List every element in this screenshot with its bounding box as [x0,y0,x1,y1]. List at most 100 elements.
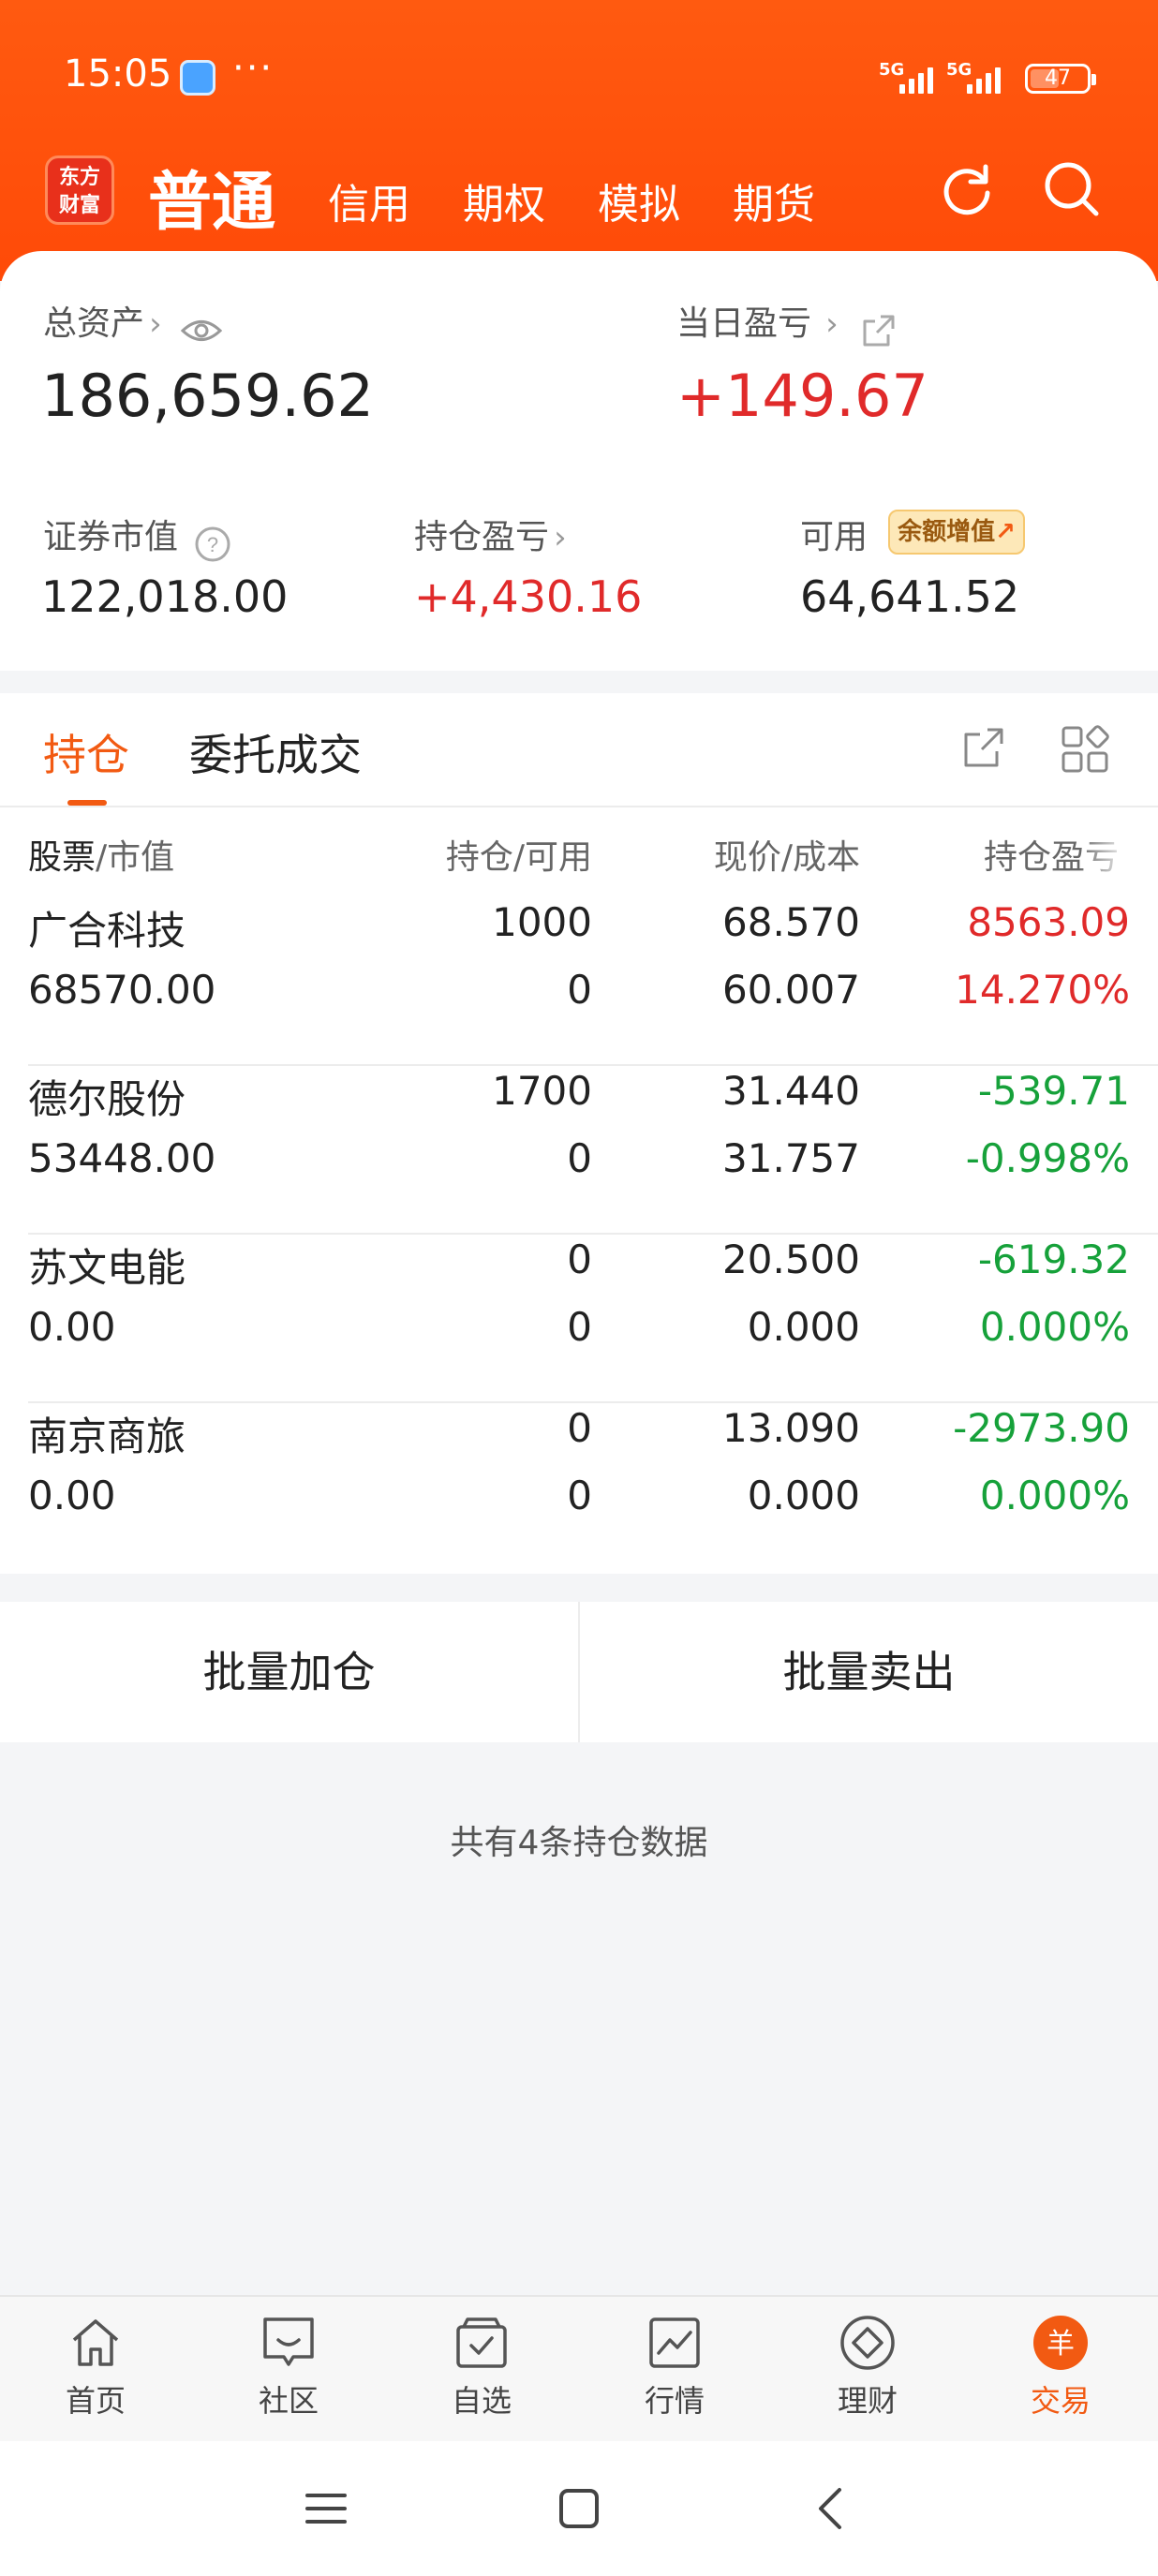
bottom-navigation: 首页 社区 自选 行情 理财 羊 交易 [0,2295,1158,2441]
nav-community[interactable]: 社区 [214,2314,364,2421]
position-pl-percent: 0.000% [979,1304,1130,1350]
system-navigation-bar [0,2441,1158,2576]
home-icon [72,2319,119,2366]
daily-pl-label-group[interactable]: 当日盈亏 › [676,296,898,349]
chevron-right-icon: › [554,519,567,556]
refresh-icon[interactable] [937,159,997,219]
account-type-nav: 东方 财富 普通 信用 期权 模拟 期货 [0,150,1158,244]
tab-simulation[interactable]: 模拟 [598,170,680,230]
securities-value: 122,018.00 [41,571,289,622]
market-value: 68570.00 [28,967,216,1013]
app-header: 15:05 ··· 5G 5G 47 东方 财富 普通 信用 期权 模拟 期货 [0,0,1158,281]
total-assets-label-group[interactable]: 总资产 › [43,296,223,345]
position-pl-label-group[interactable]: 持仓盈亏 › [414,510,567,558]
current-price: 31.440 [722,1068,860,1114]
grid-layout-icon[interactable] [1061,725,1109,774]
eye-icon[interactable] [180,317,223,345]
battery-icon: 47 [1025,64,1096,94]
position-pl-percent: 14.270% [955,967,1130,1013]
position-pl-percent: -0.998% [965,1135,1130,1181]
home-square-icon[interactable] [557,2486,601,2531]
total-assets-label: 总资产 [43,304,145,343]
holdings-count-note: 共有4条持仓数据 [450,1824,708,1862]
table-row[interactable]: 南京商旅 0.00 0 0 13.090 0.000 -2973.90 0.00… [0,1398,1158,1566]
nav-home[interactable]: 首页 [21,2314,171,2421]
nav-watchlist[interactable]: 自选 [407,2314,557,2421]
nav-market[interactable]: 行情 [600,2314,750,2421]
stock-name: 南京商旅 [28,1414,186,1459]
table-row[interactable]: 广合科技 68570.00 1000 0 68.570 60.007 8563.… [0,892,1158,1060]
current-price: 13.090 [722,1405,860,1451]
app-logo: 东方 财富 [45,155,114,225]
position-qty: 0 [567,1405,592,1451]
position-qty: 1700 [492,1068,592,1114]
position-qty: 0 [567,1236,592,1282]
svg-text:?: ? [207,533,218,556]
table-row[interactable]: 德尔股份 53448.00 1700 0 31.440 31.757 -539.… [0,1060,1158,1229]
daily-pl-value: +149.67 [676,362,928,430]
tab-options[interactable]: 期权 [463,170,545,230]
market-value: 0.00 [28,1304,116,1350]
svg-text:羊: 羊 [1047,2328,1075,2361]
tab-credit[interactable]: 信用 [328,170,410,230]
nav-wealth[interactable]: 理财 [793,2314,943,2421]
stock-name: 苏文电能 [28,1245,186,1291]
notification-app-icon [180,60,215,96]
table-row[interactable]: 苏文电能 0.00 0 0 20.500 0.000 -619.32 0.000… [0,1229,1158,1398]
cost-price: 0.000 [747,1304,860,1350]
available-qty: 0 [567,1473,592,1518]
balance-boost-badge[interactable]: 余额增值↗ [888,510,1025,555]
cost-price: 31.757 [722,1135,860,1181]
tab-positions[interactable]: 持仓 [43,721,129,783]
status-bar: 15:05 ··· 5G 5G 47 [0,47,1158,112]
cost-price: 0.000 [747,1473,860,1518]
available-value: 64,641.52 [800,571,1020,622]
tab-futures[interactable]: 期货 [733,170,815,230]
search-icon[interactable] [1040,157,1104,221]
external-link-icon[interactable] [860,312,898,349]
position-pl: -2973.90 [953,1405,1130,1451]
nav-trade[interactable]: 羊 交易 [986,2314,1136,2421]
share-icon[interactable] [961,725,1006,770]
current-price: 68.570 [722,899,860,945]
batch-sell-button[interactable]: 批量卖出 [580,1602,1158,1742]
menu-icon[interactable] [304,2486,349,2531]
holdings-panel: 持仓 委托成交 股票/市值 持仓/可用 现价/成本 持仓盈亏 广合科技 6857… [0,693,1158,1574]
chevron-right-icon: › [825,305,839,343]
available-label-group: 可用 [800,510,868,558]
available-qty: 0 [567,1135,592,1181]
batch-add-button[interactable]: 批量加仓 [0,1602,578,1742]
column-header-qty[interactable]: 持仓/可用 [446,830,592,879]
tab-normal-account[interactable]: 普通 [148,150,275,243]
cost-price: 60.007 [722,967,860,1013]
position-qty: 1000 [492,899,592,945]
available-label: 可用 [800,518,868,556]
divider [0,806,1158,807]
position-pl: 8563.09 [967,899,1130,945]
column-header-price[interactable]: 现价/成本 [714,830,860,879]
diamond-coin-icon [840,2316,895,2370]
daily-pl-label: 当日盈亏 [676,304,812,343]
stock-name: 德尔股份 [28,1076,186,1122]
column-header-stock[interactable]: 股票/市值 [28,830,174,879]
stock-name: 广合科技 [28,908,186,954]
watchlist-icon [456,2317,507,2368]
position-pl-percent: 0.000% [979,1473,1130,1518]
trade-coin-icon: 羊 [1033,2316,1088,2370]
market-value: 53448.00 [28,1135,216,1181]
help-icon[interactable]: ? [194,526,231,563]
tab-orders-trades[interactable]: 委托成交 [189,721,362,783]
total-assets-value: 186,659.62 [41,362,374,430]
signal-strength-icon: 5G [879,60,946,97]
back-icon[interactable] [809,2486,854,2531]
securities-value-label: 证券市值 [43,518,179,556]
batch-actions: 批量加仓 批量卖出 [0,1602,1158,1742]
position-pl-value: +4,430.16 [414,571,643,622]
signal-strength-icon: 5G [946,60,1014,97]
available-qty: 0 [567,967,592,1013]
column-header-pl[interactable]: 持仓盈亏 [984,830,1130,879]
position-pl-label: 持仓盈亏 [414,518,550,556]
asset-summary-card: 总资产 › 186,659.62 当日盈亏 › +149.67 证券市值 ? 1… [0,251,1158,671]
status-time: 15:05 [64,52,172,96]
more-notifications-icon: ··· [232,47,275,90]
